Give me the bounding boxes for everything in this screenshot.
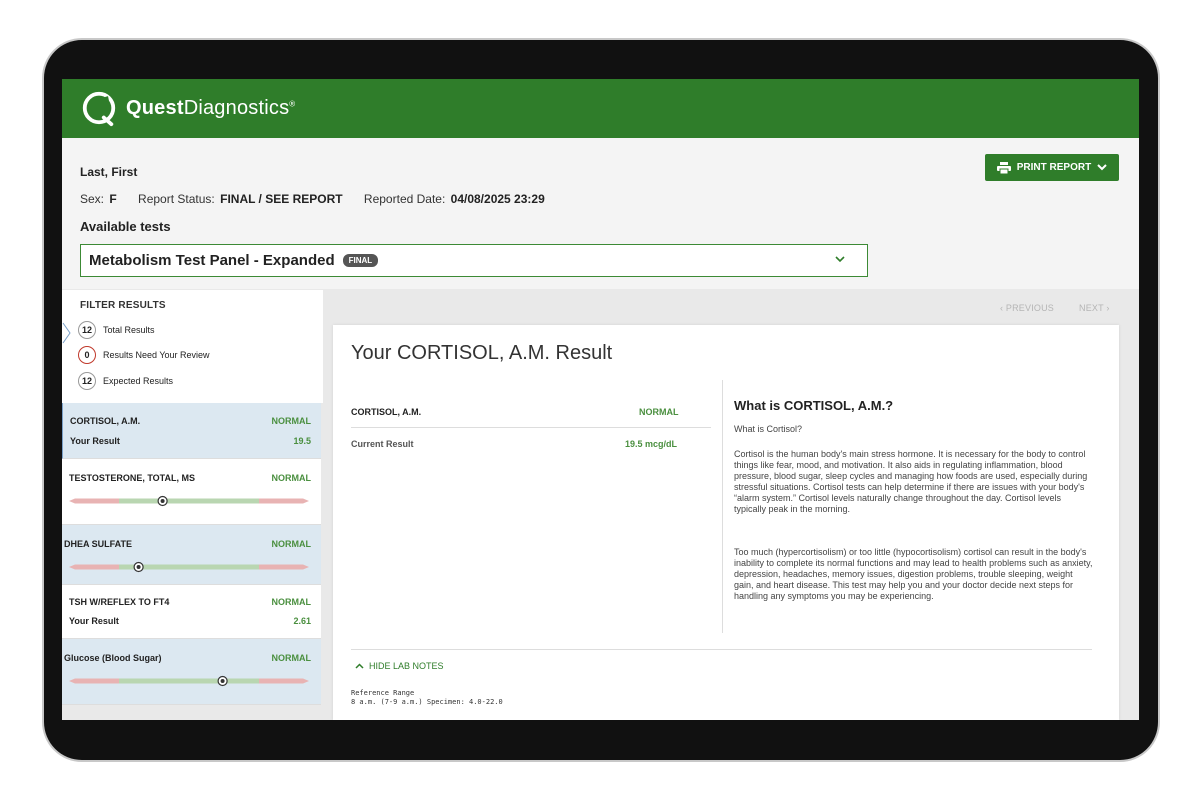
date-label: Reported Date: bbox=[363, 192, 446, 206]
result-detail-card: Your CORTISOL, A.M. Result CORTISOL, A.M… bbox=[333, 325, 1119, 720]
previous-button[interactable]: ‹ PREVIOUS bbox=[1000, 303, 1054, 313]
status-label: Report Status: bbox=[138, 192, 215, 206]
filter-need-review[interactable]: 0 Results Need Your Review bbox=[78, 346, 210, 364]
available-tests-heading: Available tests bbox=[80, 219, 171, 234]
result-name: DHEA SULFATE bbox=[64, 539, 133, 549]
chevron-up-icon bbox=[355, 663, 364, 669]
selected-filter-arrow-icon bbox=[62, 322, 71, 344]
filter-label: Total Results bbox=[103, 325, 155, 335]
current-result-value: 19.5 mcg/dL bbox=[625, 439, 678, 449]
sex-label: Sex: bbox=[80, 192, 105, 206]
result-marker-dot bbox=[220, 679, 225, 683]
patient-meta: Sex: F Report Status: FINAL / SEE REPORT… bbox=[80, 192, 563, 206]
divider bbox=[351, 649, 1092, 650]
description-paragraph-1: Cortisol is the human body's main stress… bbox=[734, 449, 1088, 514]
result-name: TESTOSTERONE, TOTAL, MS bbox=[69, 473, 196, 483]
description-paragraph-2: Too much (hypercortisolism) or too littl… bbox=[734, 547, 1093, 601]
count-badge: 12 bbox=[78, 321, 96, 339]
result-status: NORMAL bbox=[271, 473, 312, 483]
count-badge: 12 bbox=[78, 372, 96, 390]
logo-wordmark: QuestDiagnostics® bbox=[126, 97, 295, 120]
filter-label: Expected Results bbox=[103, 376, 174, 386]
next-button[interactable]: NEXT › bbox=[1079, 303, 1110, 313]
result-name: CORTISOL, A.M. bbox=[70, 416, 141, 426]
printer-icon bbox=[996, 161, 1011, 174]
result-name: Glucose (Blood Sugar) bbox=[64, 653, 162, 663]
divider bbox=[722, 380, 723, 633]
filter-results-panel: FILTER RESULTS 12 Total Results 0 Result… bbox=[62, 290, 323, 403]
result-status: NORMAL bbox=[271, 539, 312, 549]
range-low-segment bbox=[69, 678, 119, 684]
quest-logo-icon bbox=[82, 91, 116, 127]
date-value: 04/08/2025 23:29 bbox=[450, 192, 545, 206]
result-name: TSH W/REFLEX TO FT4 bbox=[69, 597, 170, 607]
what-is-heading: What is CORTISOL, A.M.? bbox=[734, 398, 894, 413]
result-marker-dot bbox=[136, 565, 141, 569]
range-bar bbox=[69, 561, 309, 573]
logo-reg: ® bbox=[289, 98, 296, 108]
result-value: 2.61 bbox=[293, 616, 311, 626]
sex-value: F bbox=[109, 192, 117, 206]
result-status: NORMAL bbox=[271, 597, 312, 607]
quest-logo[interactable]: QuestDiagnostics® bbox=[80, 88, 295, 128]
app-header: QuestDiagnostics® bbox=[62, 79, 1139, 138]
result-card-testosterone[interactable]: TESTOSTERONE, TOTAL, MS NORMAL bbox=[62, 459, 321, 525]
result-status: NORMAL bbox=[271, 416, 312, 426]
result-card-tsh[interactable]: TSH W/REFLEX TO FT4 NORMAL Your Result 2… bbox=[62, 585, 321, 639]
detail-test-status: NORMAL bbox=[639, 407, 679, 417]
range-high-segment bbox=[259, 498, 309, 504]
final-badge: FINAL bbox=[342, 254, 379, 267]
result-card-cortisol[interactable]: CORTISOL, A.M. NORMAL Your Result 19.5 bbox=[62, 403, 321, 459]
filter-results-title: FILTER RESULTS bbox=[80, 300, 166, 311]
result-value: 19.5 bbox=[293, 436, 311, 446]
range-low-segment bbox=[69, 564, 119, 570]
app-screen: QuestDiagnostics® Last, First Sex: F Rep… bbox=[62, 79, 1139, 720]
hide-lab-notes-label: HIDE LAB NOTES bbox=[369, 661, 444, 671]
result-sub-label: Your Result bbox=[69, 616, 119, 626]
selected-test-name: Metabolism Test Panel - Expanded bbox=[89, 252, 335, 269]
range-bar bbox=[69, 675, 309, 687]
print-report-label: PRINT REPORT bbox=[1016, 162, 1092, 173]
result-marker-dot bbox=[160, 499, 165, 503]
print-report-button[interactable]: PRINT REPORT bbox=[985, 154, 1119, 181]
filter-expected-results[interactable]: 12 Expected Results bbox=[78, 372, 173, 390]
detail-test-label: CORTISOL, A.M. bbox=[351, 407, 422, 417]
filter-total-results[interactable]: 12 Total Results bbox=[78, 321, 155, 339]
result-card-dhea[interactable]: DHEA SULFATE NORMAL bbox=[62, 525, 321, 585]
status-value: FINAL / SEE REPORT bbox=[220, 192, 343, 206]
result-sub-label: Your Result bbox=[70, 436, 120, 446]
chevron-down-icon bbox=[1097, 164, 1107, 171]
range-bar bbox=[69, 495, 309, 507]
range-normal-segment bbox=[119, 678, 259, 684]
result-detail-title: Your CORTISOL, A.M. Result bbox=[351, 342, 613, 364]
logo-light: Diagnostics bbox=[183, 96, 290, 119]
patient-name: Last, First bbox=[80, 165, 138, 179]
test-select-dropdown[interactable]: Metabolism Test Panel - Expanded FINAL bbox=[80, 244, 868, 277]
divider bbox=[351, 427, 711, 428]
logo-bold: Quest bbox=[126, 96, 184, 119]
count-badge: 0 bbox=[78, 346, 96, 364]
range-high-segment bbox=[259, 564, 309, 570]
reference-range-notes: Reference Range 8 a.m. (7-9 a.m.) Specim… bbox=[351, 689, 503, 706]
result-status: NORMAL bbox=[271, 653, 312, 663]
current-result-label: Current Result bbox=[351, 439, 414, 449]
chevron-down-icon bbox=[835, 256, 845, 263]
hide-lab-notes-toggle[interactable]: HIDE LAB NOTES bbox=[355, 661, 444, 671]
range-normal-segment bbox=[119, 498, 259, 504]
filter-label: Results Need Your Review bbox=[103, 350, 210, 360]
what-is-subheading: What is Cortisol? bbox=[734, 424, 803, 434]
result-card-glucose[interactable]: Glucose (Blood Sugar) NORMAL bbox=[62, 639, 321, 705]
range-low-segment bbox=[69, 498, 119, 504]
range-high-segment bbox=[259, 678, 309, 684]
